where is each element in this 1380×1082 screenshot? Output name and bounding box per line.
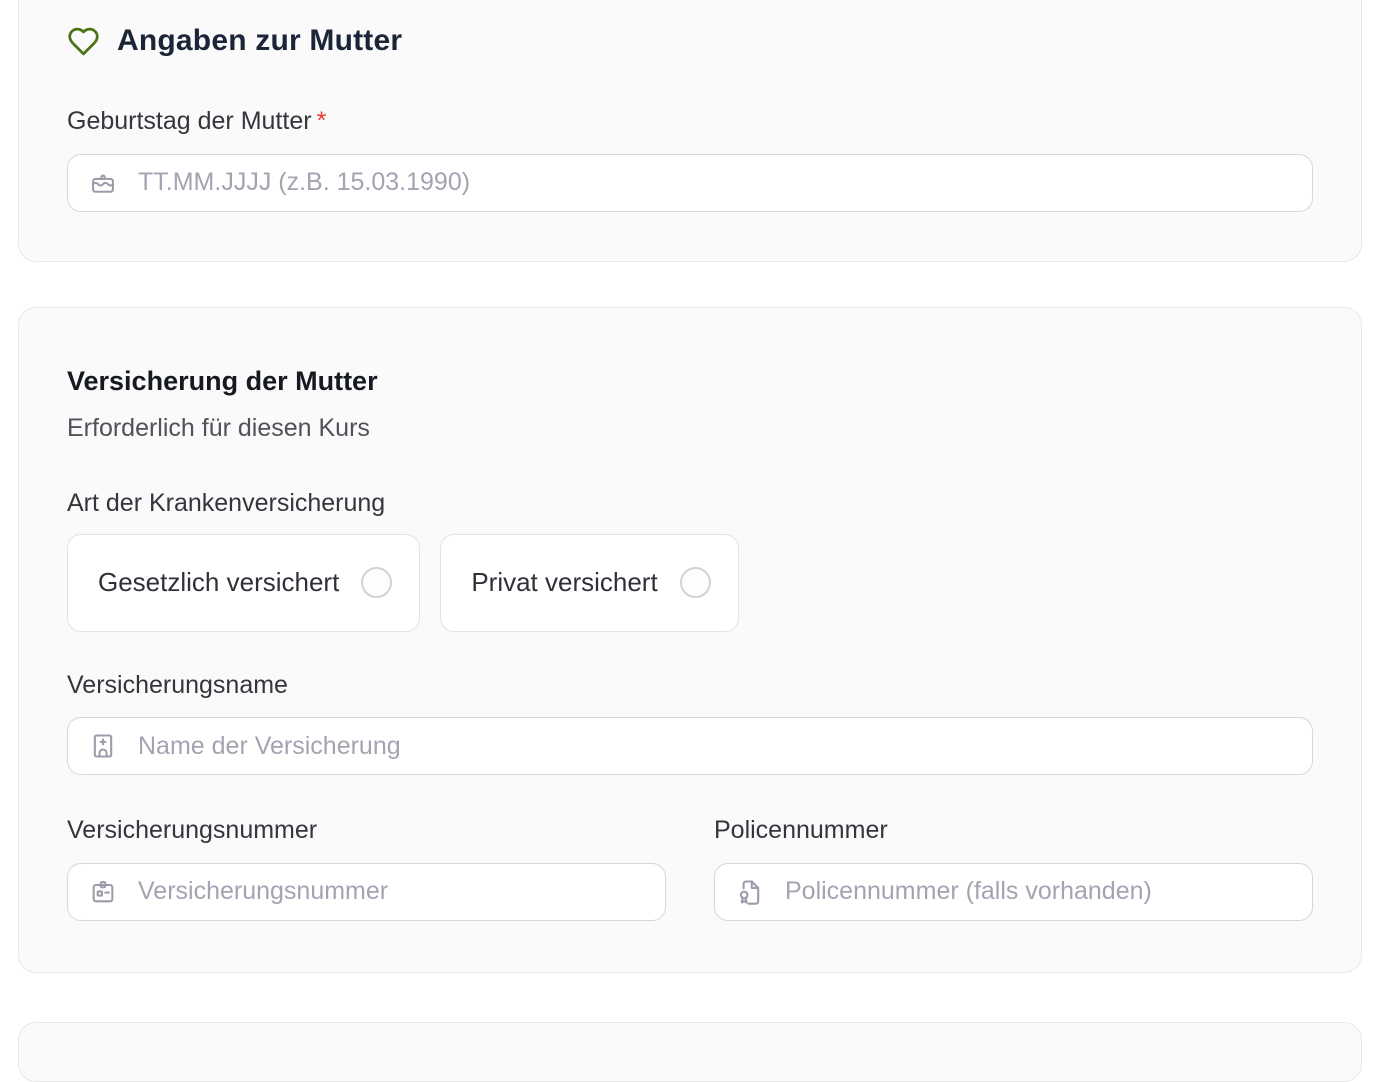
- insurance-number-field: Versicherungsnummer: [67, 817, 666, 921]
- page-title: Angaben zur Mutter: [117, 24, 402, 58]
- mother-section-heading: Angaben zur Mutter: [67, 24, 1313, 58]
- policy-document-icon: [736, 878, 764, 906]
- required-asterisk: *: [317, 107, 327, 135]
- option-gesetzlich-versichert[interactable]: Gesetzlich versichert: [67, 534, 420, 632]
- policy-number-input-wrapper: [714, 863, 1313, 921]
- heart-icon: [67, 25, 100, 58]
- policy-number-input[interactable]: [785, 877, 1291, 906]
- policy-number-label: Policennummer: [714, 817, 1313, 845]
- next-section-card: [18, 1022, 1362, 1082]
- radio-circle[interactable]: [680, 567, 711, 598]
- insurance-name-input[interactable]: [138, 732, 1291, 761]
- numbers-row: Versicherungsnummer Policennummer: [67, 817, 1313, 921]
- birthday-input-wrapper: [67, 154, 1313, 212]
- insurance-number-input[interactable]: [138, 877, 644, 906]
- birthday-input[interactable]: [138, 168, 1291, 197]
- option-label: Privat versichert: [471, 567, 657, 598]
- insurance-card-title: Versicherung der Mutter: [67, 366, 1313, 397]
- birthday-label: Geburtstag der Mutter*: [67, 108, 1313, 136]
- insurance-card: Versicherung der Mutter Erforderlich für…: [18, 307, 1362, 973]
- radio-circle[interactable]: [361, 567, 392, 598]
- insurance-number-label: Versicherungsnummer: [67, 817, 666, 845]
- insurance-type-label: Art der Krankenversicherung: [67, 490, 1313, 518]
- option-label: Gesetzlich versichert: [98, 567, 339, 598]
- hospital-building-icon: [89, 732, 117, 760]
- insurance-number-input-wrapper: [67, 863, 666, 921]
- option-privat-versichert[interactable]: Privat versichert: [440, 534, 738, 632]
- id-badge-icon: [89, 878, 117, 906]
- policy-number-field: Policennummer: [714, 817, 1313, 921]
- insurance-card-subtitle: Erforderlich für diesen Kurs: [67, 414, 1313, 443]
- insurance-name-label: Versicherungsname: [67, 672, 1313, 700]
- birthday-cake-icon: [89, 169, 117, 197]
- insurance-name-input-wrapper: [67, 717, 1313, 775]
- insurance-type-options: Gesetzlich versichert Privat versichert: [67, 534, 1313, 632]
- mother-details-card: Angaben zur Mutter Geburtstag der Mutter…: [18, 0, 1362, 262]
